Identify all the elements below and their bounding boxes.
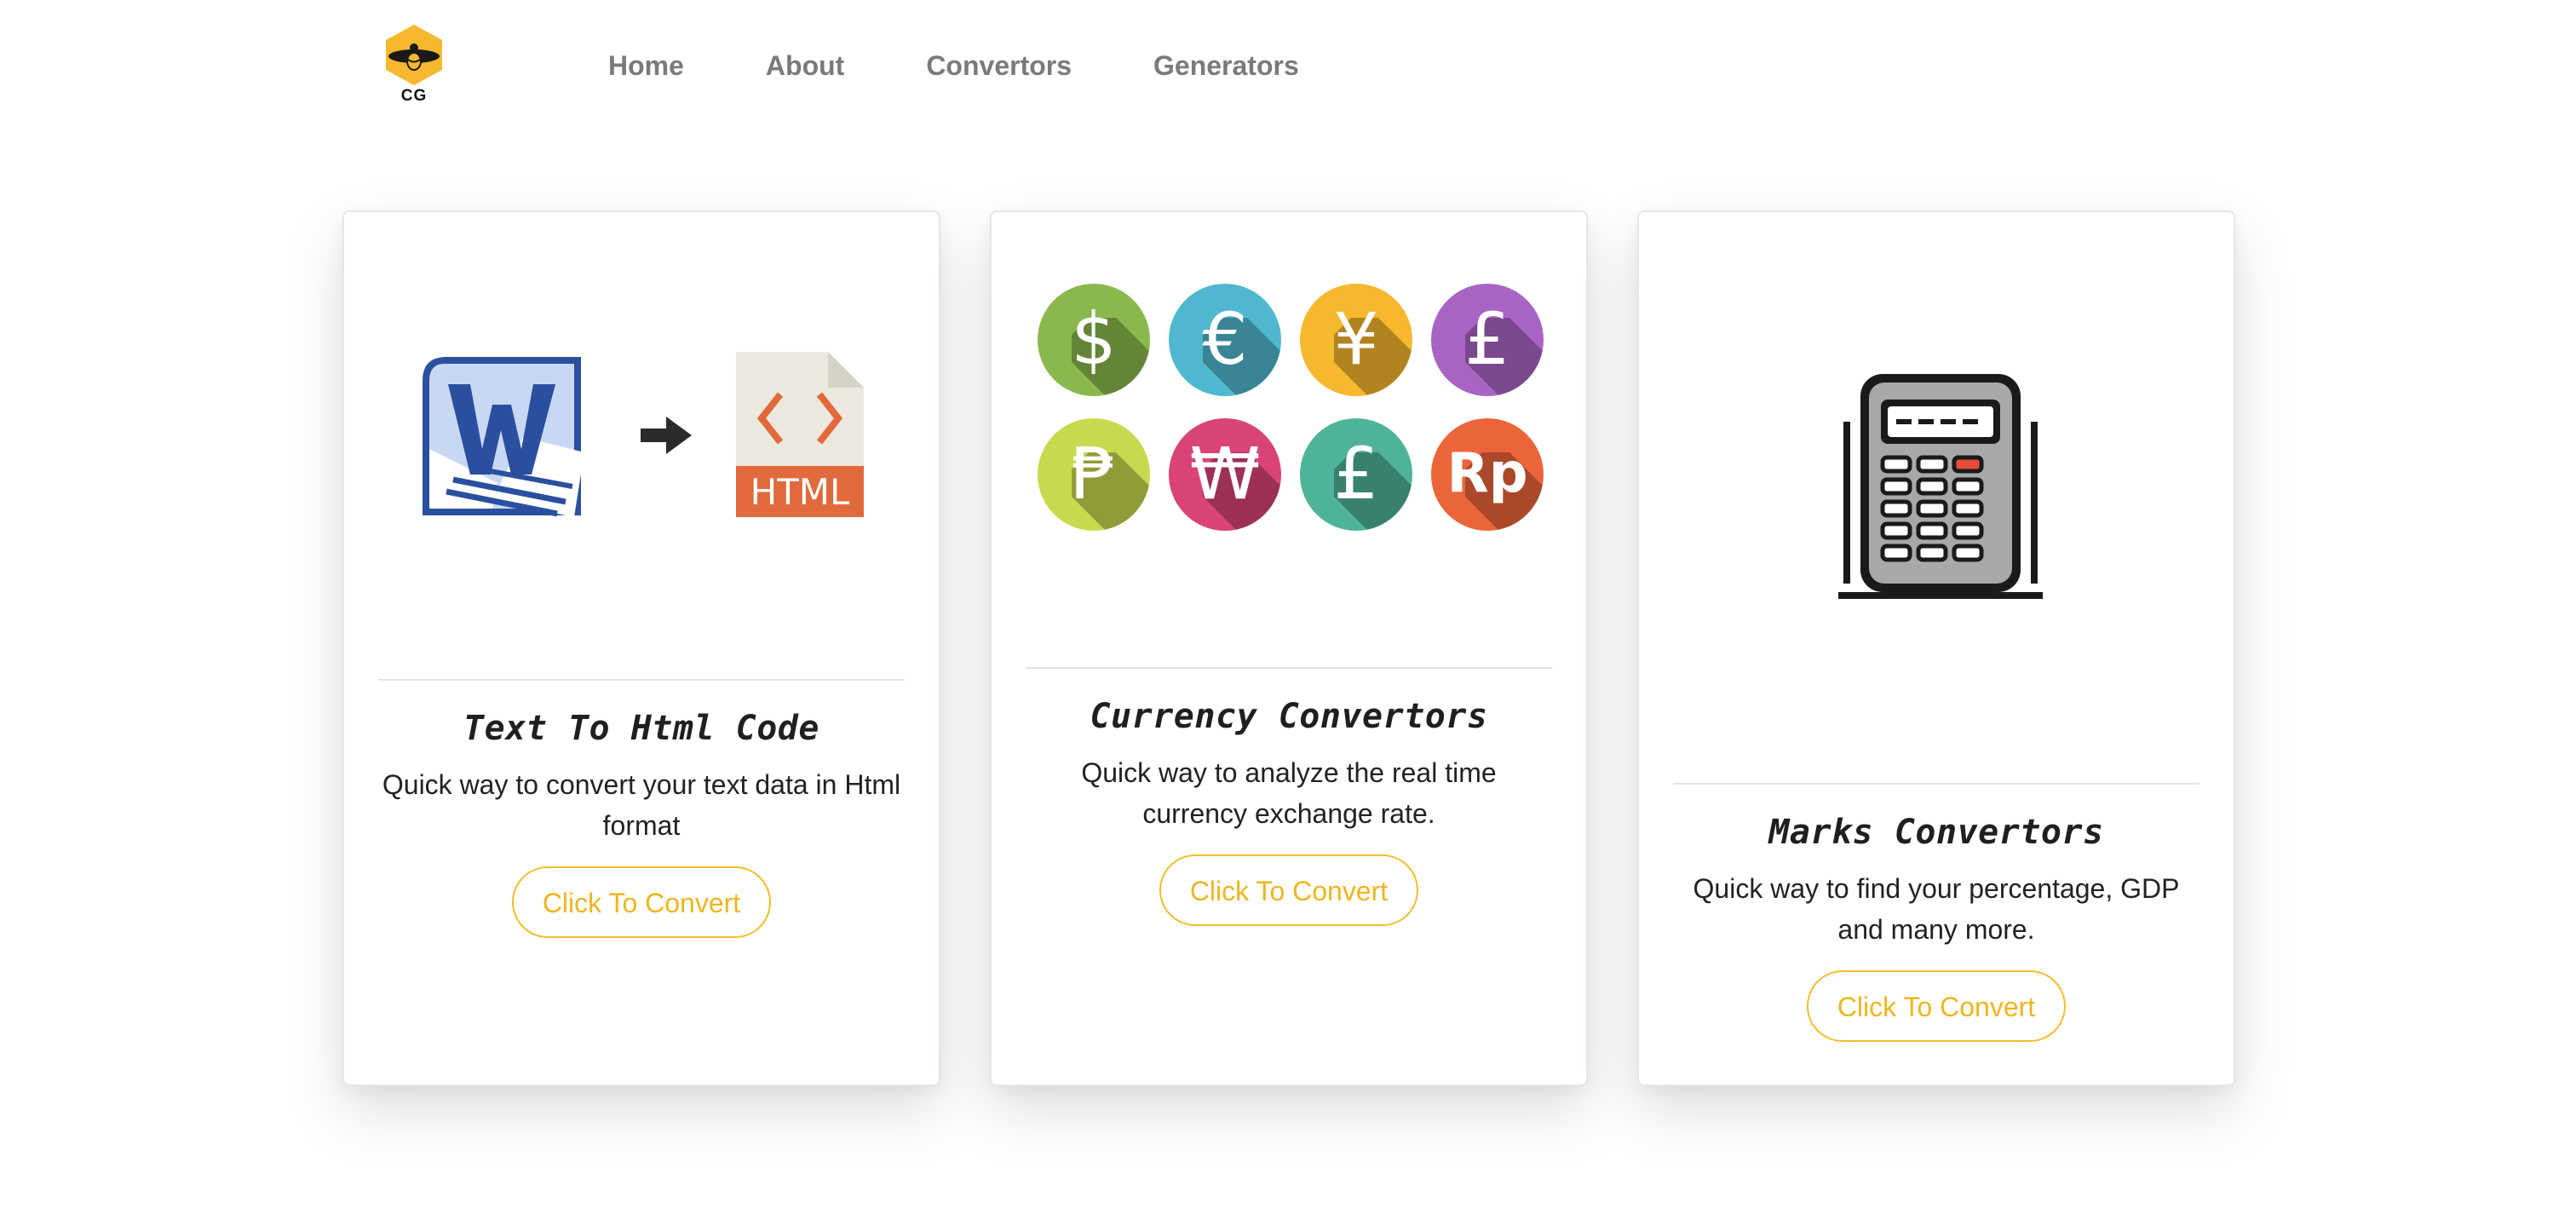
calculator-icon bbox=[1838, 374, 2043, 599]
card-description: Quick way to find your percentage, GDP a… bbox=[1693, 873, 2180, 945]
nav-links: Home About Convertors Generators bbox=[608, 44, 1381, 87]
coin-symbol: ₱ bbox=[1071, 432, 1116, 515]
card-currency-convertors: $ € ¥ £ ₱ ₩ £ Rp Currency Convertors Quick way … bbox=[990, 210, 1588, 1086]
coin-symbol: ₩ bbox=[1189, 432, 1260, 515]
html-file-label: HTML bbox=[750, 471, 850, 513]
logo-text: CG bbox=[400, 87, 428, 105]
card-body: Marks Convertors Quick way to find your … bbox=[1673, 808, 2199, 1042]
currency-coins-grid: $ € ¥ £ ₱ ₩ £ Rp bbox=[1038, 284, 1549, 539]
rupiah-coin-icon: Rp bbox=[1431, 418, 1544, 531]
nav-generators-link[interactable]: Generators bbox=[1153, 44, 1299, 87]
coin-symbol: $ bbox=[1071, 297, 1116, 381]
pound-coin-icon: £ bbox=[1431, 284, 1544, 396]
coin-symbol: ¥ bbox=[1333, 297, 1378, 381]
card-title: Currency Convertors bbox=[1090, 697, 1488, 736]
dollar-coin-icon: $ bbox=[1038, 284, 1150, 396]
card-marks-convertors: Marks Convertors Quick way to find your … bbox=[1637, 210, 2235, 1086]
click-to-convert-button[interactable]: Click To Convert bbox=[511, 866, 772, 938]
nav-home-link[interactable]: Home bbox=[608, 44, 684, 87]
peso-coin-icon: ₱ bbox=[1038, 418, 1150, 531]
top-nav: CG Home About Convertors Generators bbox=[0, 0, 2576, 136]
card-body: Currency Convertors Quick way to analyze… bbox=[1026, 693, 1552, 926]
card-image: HTML bbox=[344, 212, 939, 672]
click-to-convert-button[interactable]: Click To Convert bbox=[1159, 854, 1419, 926]
nav-about-link[interactable]: About bbox=[766, 44, 844, 87]
card-description: Quick way to analyze the real time curre… bbox=[1081, 757, 1497, 829]
card-text-to-html: HTML Text To Html Code Quick way to conv… bbox=[342, 210, 940, 1086]
click-to-convert-button[interactable]: Click To Convert bbox=[1806, 970, 2067, 1042]
html-file-icon: HTML bbox=[736, 352, 864, 517]
bee-logo-icon bbox=[386, 25, 442, 85]
arrow-right-icon bbox=[641, 417, 692, 454]
card-divider bbox=[378, 679, 905, 681]
coin-symbol: € bbox=[1202, 297, 1247, 381]
euro-coin-icon: € bbox=[1169, 284, 1281, 396]
card-image bbox=[1639, 212, 2234, 783]
coin-symbol: Rp bbox=[1446, 442, 1527, 505]
card-description: Quick way to convert your text data in H… bbox=[382, 769, 901, 841]
pound-coin-icon: £ bbox=[1300, 418, 1412, 531]
won-coin-icon: ₩ bbox=[1169, 418, 1281, 531]
yen-coin-icon: ¥ bbox=[1300, 284, 1412, 396]
coin-symbol: £ bbox=[1464, 297, 1509, 381]
card-title: Text To Html Code bbox=[463, 709, 819, 748]
convertor-cards: HTML Text To Html Code Quick way to conv… bbox=[342, 210, 2235, 1088]
word-document-icon bbox=[423, 357, 584, 517]
coin-symbol: £ bbox=[1333, 432, 1378, 515]
card-title: Marks Convertors bbox=[1768, 813, 2104, 852]
nav-convertors-link[interactable]: Convertors bbox=[926, 44, 1072, 87]
site-logo[interactable]: CG bbox=[382, 22, 446, 107]
card-divider bbox=[1026, 667, 1552, 669]
card-divider bbox=[1673, 783, 2199, 785]
card-body: Text To Html Code Quick way to convert y… bbox=[378, 705, 905, 938]
card-image: $ € ¥ £ ₱ ₩ £ Rp bbox=[992, 212, 1586, 664]
